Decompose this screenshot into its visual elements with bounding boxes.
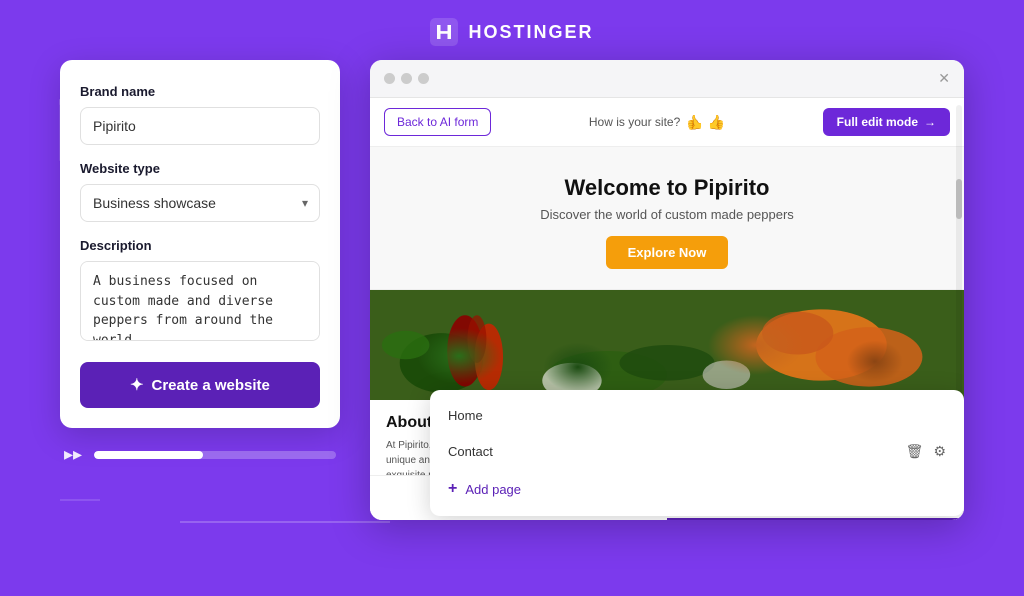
double-arrow-icon[interactable]: ▸▸: [64, 444, 82, 465]
sparkle-icon: ✦: [130, 375, 143, 395]
website-type-label: Website type: [80, 161, 320, 176]
browser-close-button[interactable]: ✕: [938, 70, 950, 87]
browser-toolbar: Back to AI form How is your site? 👍 👍 Fu…: [370, 98, 964, 147]
thumb-icons: 👍 👍: [686, 114, 725, 131]
rating-text: How is your site?: [589, 115, 680, 129]
left-panel: Brand name Website type Business showcas…: [60, 60, 340, 465]
plus-icon: +: [448, 480, 457, 498]
explore-now-button[interactable]: Explore Now: [606, 236, 729, 269]
browser-dot-2: [401, 73, 412, 84]
contact-page-label: Contact: [448, 444, 493, 459]
site-about-section: About Pipirito At Pipirito, we take prid…: [370, 400, 964, 497]
browser-dot-3: [418, 73, 429, 84]
form-card: Brand name Website type Business showcas…: [60, 60, 340, 428]
create-btn-label: Create a website: [152, 377, 270, 394]
brand-name-group: Brand name: [80, 84, 320, 145]
veg-svg: [370, 290, 964, 400]
trash-icon[interactable]: 🗑: [906, 443, 924, 460]
hostinger-logo-icon: [430, 18, 458, 46]
thumbs-up-icon[interactable]: 👍: [708, 114, 725, 131]
brand-name-input[interactable]: [80, 107, 320, 145]
brand-logo: HOSTINGER: [430, 18, 593, 46]
header-title: HOSTINGER: [468, 22, 593, 43]
create-website-button[interactable]: ✦ Create a website: [80, 362, 320, 408]
arrow-right-icon: →: [924, 115, 936, 129]
website-type-select-wrapper: Business showcase Online store Portfolio…: [80, 184, 320, 222]
description-textarea[interactable]: A business focused on custom made and di…: [80, 261, 320, 341]
dropdown-item-home[interactable]: Home: [430, 398, 964, 433]
dropdown-item-contact[interactable]: Contact 🗑 ⚙: [430, 433, 964, 470]
add-page-label: Add page: [465, 482, 521, 497]
bottom-controls: ▸▸: [60, 444, 340, 465]
home-page-label: Home: [448, 408, 483, 423]
back-to-ai-form-button[interactable]: Back to AI form: [384, 108, 491, 136]
site-hero-subtitle: Discover the world of custom made pepper…: [390, 207, 944, 222]
progress-bar-container: [94, 451, 336, 459]
full-edit-label: Full edit mode: [837, 115, 918, 129]
browser-titlebar: ✕: [370, 60, 964, 98]
website-type-select[interactable]: Business showcase Online store Portfolio…: [80, 184, 320, 222]
website-type-group: Website type Business showcase Online st…: [80, 161, 320, 222]
pages-dropdown: Home Contact 🗑 ⚙ + Add page: [430, 390, 964, 516]
browser-window: ✕ Back to AI form How is your site? 👍 👍 …: [370, 60, 964, 520]
description-group: Description A business focused on custom…: [80, 238, 320, 346]
progress-bar-fill: [94, 451, 203, 459]
main-content: Brand name Website type Business showcas…: [0, 60, 1024, 520]
header: HOSTINGER: [0, 0, 1024, 60]
site-hero-title: Welcome to Pipirito: [390, 175, 944, 201]
add-page-item[interactable]: + Add page: [430, 470, 964, 508]
contact-item-icons: 🗑 ⚙: [906, 443, 946, 460]
site-rating: How is your site? 👍 👍: [589, 114, 725, 131]
scrollbar-thumb: [956, 179, 962, 219]
description-label: Description: [80, 238, 320, 253]
brand-name-label: Brand name: [80, 84, 320, 99]
thumbs-down-icon[interactable]: 👍: [686, 114, 703, 131]
browser-dot-1: [384, 73, 395, 84]
vegetable-hero-image: [370, 290, 964, 400]
browser-dots: [384, 73, 429, 84]
settings-icon[interactable]: ⚙: [933, 443, 946, 460]
full-edit-mode-button[interactable]: Full edit mode →: [823, 108, 950, 136]
site-hero: Welcome to Pipirito Discover the world o…: [370, 147, 964, 290]
